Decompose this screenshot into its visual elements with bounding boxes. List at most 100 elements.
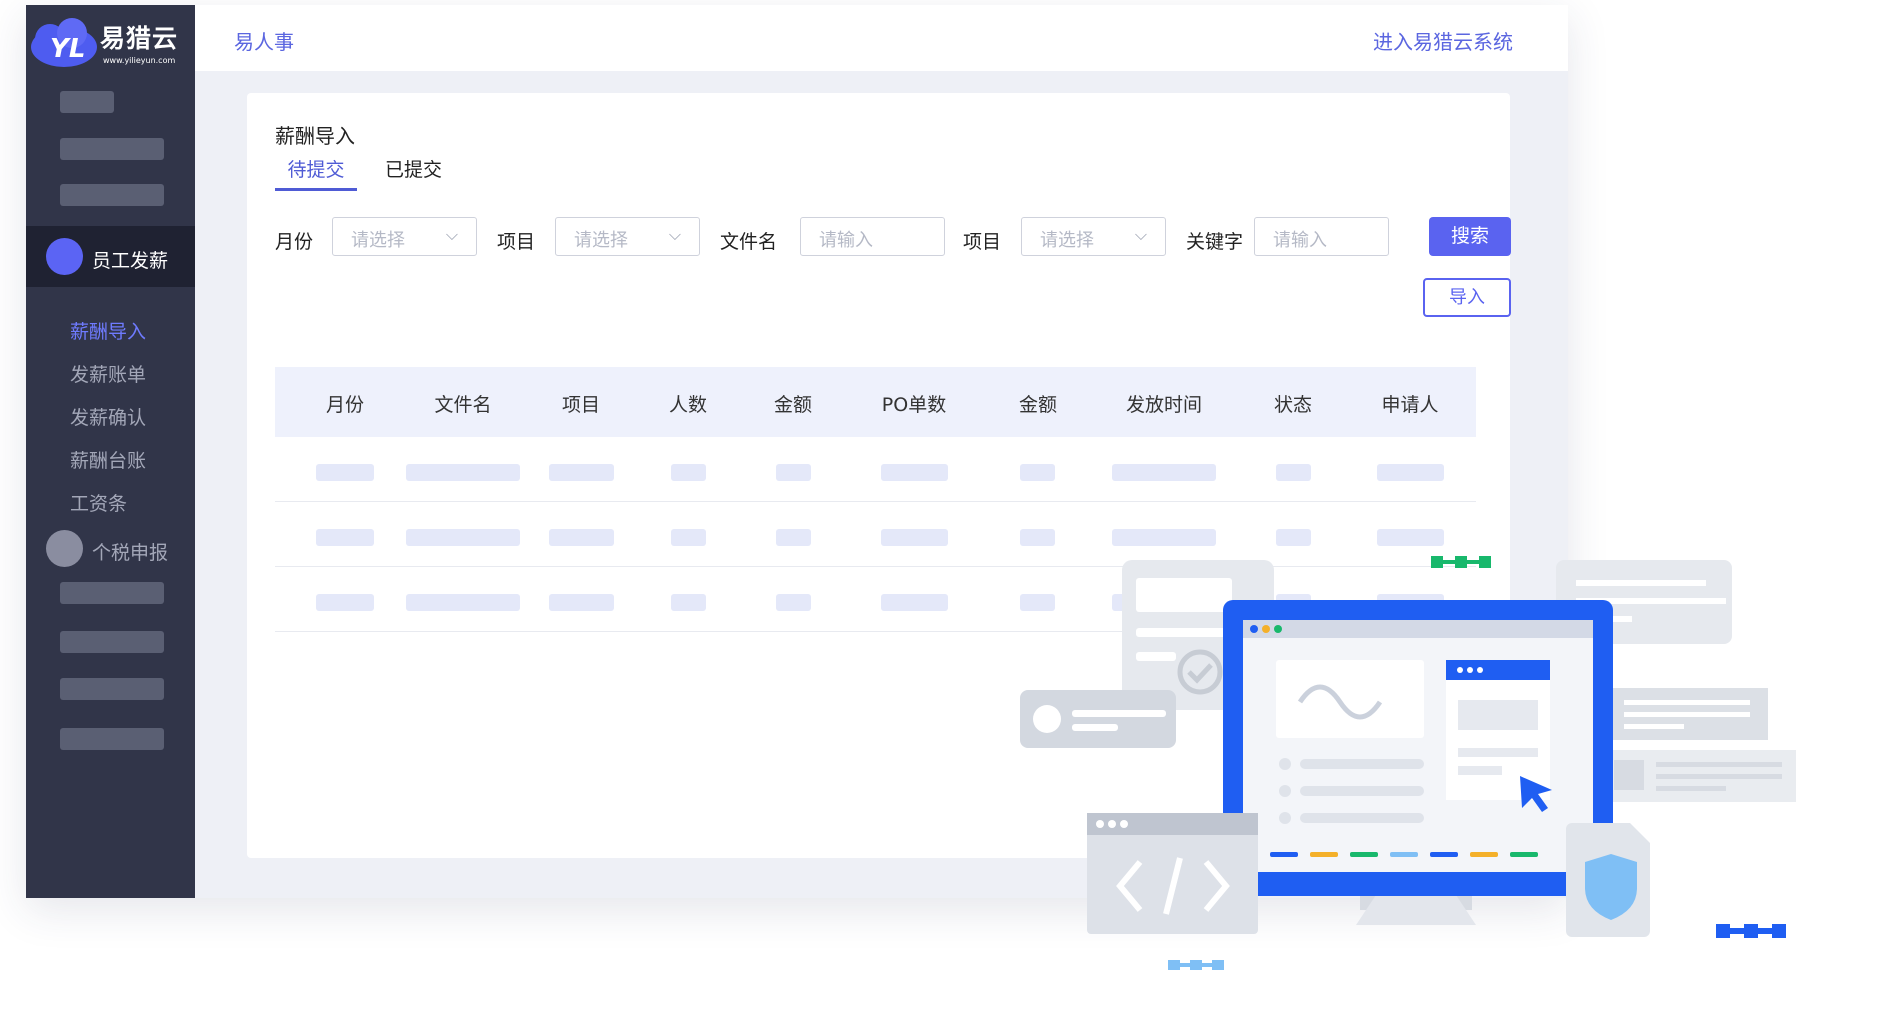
cell-placeholder [671, 464, 706, 481]
project-label: 项目 [497, 231, 536, 253]
cell-placeholder [881, 464, 948, 481]
import-button[interactable]: 导入 [1423, 278, 1511, 317]
table-header: 月份 文件名 项目 人数 金额 PO单数 金额 发放时间 状态 申请人 [275, 367, 1476, 437]
shield-icon [1566, 823, 1650, 937]
cell-placeholder [1020, 529, 1055, 546]
table-row[interactable] [275, 567, 1476, 632]
group-dot-icon [46, 530, 83, 567]
nav-placeholder [60, 138, 164, 160]
search-button[interactable]: 搜索 [1429, 217, 1511, 256]
column-header: 文件名 [434, 394, 492, 416]
sidebar-item-salary-ledger[interactable]: 薪酬台账 [70, 446, 146, 473]
month-placeholder: 请选择 [351, 230, 405, 251]
content-card: 薪酬导入 待提交 已提交 月份 请选择 ⌵ 项目 请选择 ⌵ 文件名 请输入 项… [247, 93, 1511, 858]
column-header: 金额 [1018, 394, 1058, 416]
cell-placeholder [881, 529, 948, 546]
cell-placeholder [1377, 529, 1444, 546]
table-row[interactable] [275, 502, 1476, 567]
nav-placeholder [60, 631, 164, 653]
group-dot-icon [46, 238, 83, 275]
sidebar: YL 易猎云 www.yilieyun.com 员工发薪 薪酬导入 发薪账单 发… [26, 5, 195, 898]
chevron-down-icon: ⌵ [445, 225, 458, 244]
filename-input[interactable]: 请输入 [800, 217, 945, 256]
nav-placeholder [60, 678, 164, 700]
cell-placeholder [1377, 594, 1444, 611]
enter-system-link[interactable]: 进入易猎云系统 [1373, 26, 1513, 55]
cell-placeholder [316, 594, 374, 611]
column-header: PO单数 [881, 394, 947, 416]
cell-placeholder [549, 529, 614, 546]
project-placeholder: 请选择 [574, 230, 628, 251]
cell-placeholder [1020, 594, 1055, 611]
cell-placeholder [549, 464, 614, 481]
keyword-input[interactable]: 请输入 [1254, 217, 1389, 256]
table-row[interactable] [275, 437, 1476, 502]
project2-placeholder: 请选择 [1040, 230, 1094, 251]
sidebar-item-payroll-bill[interactable]: 发薪账单 [70, 360, 146, 387]
page-title: 薪酬导入 [275, 124, 355, 148]
brand-url: www.yilieyun.com [103, 56, 176, 65]
cell-placeholder [671, 594, 706, 611]
filename-placeholder: 请输入 [819, 230, 873, 251]
chevron-down-icon: ⌵ [1134, 225, 1147, 244]
svg-text:YL: YL [50, 34, 85, 64]
nav-group-label: 个税申报 [92, 542, 169, 564]
nav-group-label: 员工发薪 [92, 250, 169, 272]
column-header: 申请人 [1381, 394, 1439, 416]
connector-icon [1716, 924, 1786, 938]
sidebar-item-salary-import[interactable]: 薪酬导入 [70, 317, 146, 344]
nav-placeholder [60, 582, 164, 604]
cell-placeholder [776, 464, 811, 481]
brand-name: 易猎云 [100, 24, 179, 53]
cell-placeholder [549, 594, 614, 611]
cell-placeholder [671, 529, 706, 546]
project-select[interactable]: 请选择 ⌵ [555, 217, 700, 256]
keyword-placeholder: 请输入 [1273, 230, 1327, 251]
nav-placeholder [60, 728, 164, 750]
cell-placeholder [776, 529, 811, 546]
tab-pending[interactable]: 待提交 [275, 155, 357, 191]
cell-placeholder [1020, 464, 1055, 481]
column-header: 项目 [561, 394, 601, 416]
cell-placeholder [1276, 529, 1311, 546]
cell-placeholder [776, 594, 811, 611]
nav-group-salary[interactable]: 员工发薪 [26, 226, 195, 287]
column-header: 状态 [1273, 394, 1313, 416]
screenshot-stage: YL 易猎云 www.yilieyun.com 员工发薪 薪酬导入 发薪账单 发… [0, 0, 1884, 1014]
month-select[interactable]: 请选择 ⌵ [332, 217, 477, 256]
cell-placeholder [881, 594, 948, 611]
column-header: 人数 [668, 394, 708, 416]
cell-placeholder [1276, 594, 1311, 611]
nav-placeholder [60, 91, 114, 113]
sidebar-item-payroll-confirm[interactable]: 发薪确认 [70, 403, 146, 430]
cell-placeholder [406, 464, 520, 481]
cell-placeholder [406, 594, 520, 611]
column-header: 发放时间 [1125, 394, 1203, 416]
chevron-down-icon: ⌵ [668, 225, 681, 244]
connector-icon [1168, 960, 1224, 970]
cell-placeholder [1377, 464, 1444, 481]
tab-submitted[interactable]: 已提交 [385, 155, 442, 182]
cell-placeholder [316, 529, 374, 546]
column-header: 金额 [773, 394, 813, 416]
breadcrumb[interactable]: 易人事 [234, 26, 294, 55]
project2-select[interactable]: 请选择 ⌵ [1021, 217, 1166, 256]
list-card-icon [1556, 560, 1796, 802]
cell-placeholder [316, 464, 374, 481]
project2-label: 项目 [963, 231, 1002, 253]
keyword-label: 关键字 [1186, 231, 1244, 253]
nav-placeholder [60, 184, 164, 206]
cell-placeholder [1112, 529, 1216, 546]
column-header: 月份 [325, 394, 365, 416]
month-label: 月份 [275, 231, 314, 253]
cloud-logo-icon: YL [31, 18, 97, 67]
cell-placeholder [1112, 464, 1216, 481]
cell-placeholder [1112, 594, 1216, 611]
cell-placeholder [406, 529, 520, 546]
logo[interactable]: YL 易猎云 www.yilieyun.com [28, 13, 188, 75]
sidebar-item-payslip[interactable]: 工资条 [70, 489, 127, 516]
top-bar: 易人事 进入易猎云系统 [195, 5, 1568, 71]
cell-placeholder [1276, 464, 1311, 481]
filename-label: 文件名 [720, 231, 778, 253]
app-window: YL 易猎云 www.yilieyun.com 员工发薪 薪酬导入 发薪账单 发… [26, 5, 1568, 898]
